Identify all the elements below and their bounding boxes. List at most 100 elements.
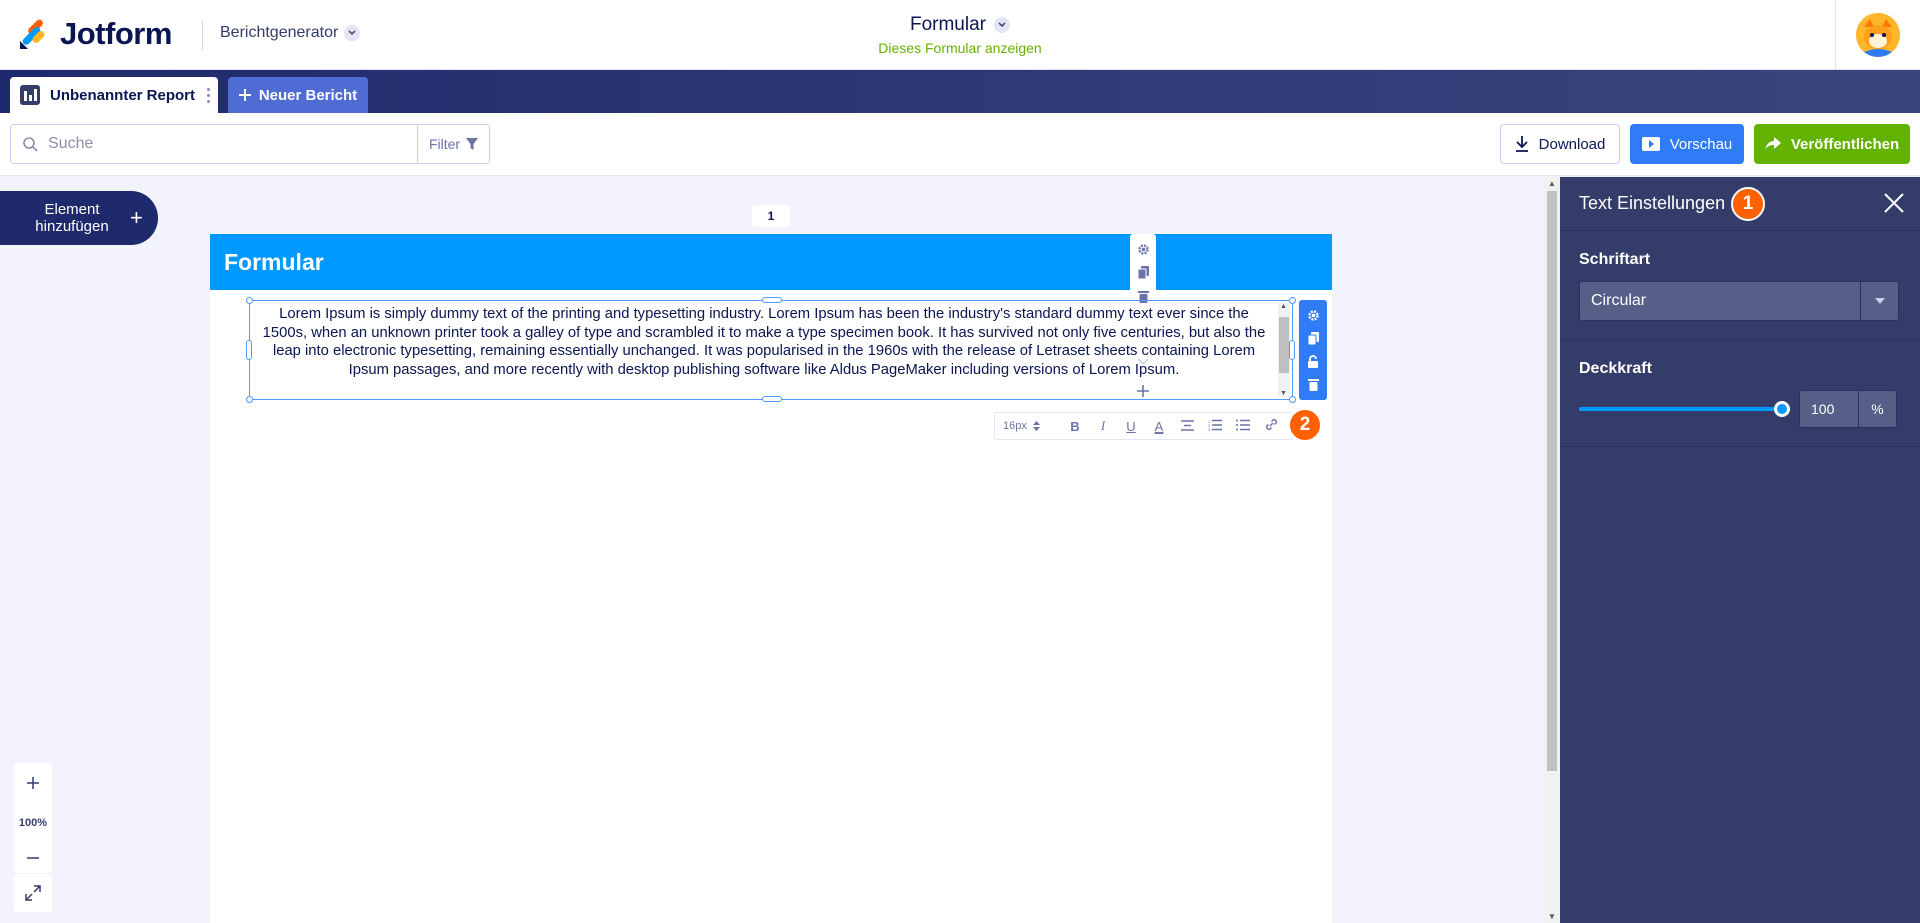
step-badge-2: 2 xyxy=(1288,408,1322,442)
gear-icon[interactable] xyxy=(1307,309,1320,322)
page-number: 1 xyxy=(752,205,790,227)
form-title-area: Formular Dieses Formular anzeigen xyxy=(860,14,1060,56)
jotform-logo-icon xyxy=(20,19,45,49)
opacity-slider-handle[interactable] xyxy=(1774,401,1790,417)
tab-unbenannter-report[interactable]: Unbenannter Report xyxy=(10,77,218,113)
user-menu[interactable] xyxy=(1835,0,1920,70)
font-size-value: 16px xyxy=(1003,420,1027,432)
resize-handle-top-right[interactable] xyxy=(1289,297,1296,304)
share-arrow-icon xyxy=(1764,137,1781,150)
font-size-select[interactable]: 16px xyxy=(1003,420,1061,432)
funnel-icon xyxy=(466,138,479,150)
align-center-icon xyxy=(1180,419,1194,431)
filter-button[interactable]: Filter xyxy=(417,124,490,164)
new-report-button[interactable]: Neuer Bericht xyxy=(228,77,368,113)
gear-icon[interactable] xyxy=(1137,243,1150,256)
opacity-label: Deckkraft xyxy=(1579,360,1652,377)
search-box xyxy=(10,124,418,164)
zoom-level: 100% xyxy=(18,817,48,829)
view-form-link[interactable]: Dieses Formular anzeigen xyxy=(860,40,1060,56)
font-select-value: Circular xyxy=(1591,292,1647,309)
expand-icon xyxy=(25,885,41,901)
ordered-list-icon: 123 xyxy=(1208,419,1222,432)
align-center-button[interactable] xyxy=(1173,419,1201,434)
opacity-row: 100 % xyxy=(1579,390,1901,428)
canvas-scrollbar[interactable]: ▲ ▼ xyxy=(1544,177,1560,923)
ordered-list-button[interactable]: 123 xyxy=(1201,419,1229,434)
resize-handle-right[interactable] xyxy=(1289,340,1295,360)
add-element-label: Element hinzufügen xyxy=(35,201,109,235)
link-button[interactable] xyxy=(1257,418,1285,434)
report-chart-icon xyxy=(20,85,40,105)
lock-icon[interactable] xyxy=(1307,355,1319,368)
font-section: Schriftart Circular xyxy=(1560,231,1920,340)
bullet-list-button[interactable] xyxy=(1229,419,1257,434)
link-icon xyxy=(1265,418,1277,431)
updown-icon xyxy=(1032,421,1040,431)
tab-label: Unbenannter Report xyxy=(50,86,196,104)
panel-header: Text Einstellungen 1 xyxy=(1560,177,1920,231)
more-options-icon[interactable] xyxy=(207,87,210,103)
element-tools xyxy=(1299,300,1327,400)
download-label: Download xyxy=(1538,135,1606,153)
filter-label: Filter xyxy=(428,136,461,152)
text-color-button[interactable]: A xyxy=(1145,419,1173,434)
publish-label: Veröffentlichen xyxy=(1790,135,1900,153)
toolbar: Filter Download Vorschau Veröffentlichen xyxy=(0,113,1920,176)
jotform-logo[interactable]: Jotform xyxy=(18,16,172,52)
resize-handle-bottom-left[interactable] xyxy=(246,396,253,403)
font-select[interactable]: Circular xyxy=(1579,281,1899,321)
preview-label: Vorschau xyxy=(1669,135,1733,153)
form-title: Formular xyxy=(909,14,986,35)
form-title-dropdown[interactable]: Formular xyxy=(910,14,1010,36)
app-switcher-label: Berichtgenerator xyxy=(220,24,339,41)
copy-icon[interactable] xyxy=(1307,332,1319,345)
add-element-button[interactable]: Element hinzufügen + xyxy=(0,191,158,245)
zoom-in-icon[interactable] xyxy=(27,777,39,789)
text-element[interactable]: Lorem Ipsum is simply dummy text of the … xyxy=(249,300,1293,400)
resize-handle-bottom[interactable] xyxy=(762,396,782,402)
opacity-slider[interactable] xyxy=(1579,401,1790,417)
step-badge-1: 1 xyxy=(1731,186,1766,221)
opacity-section: Deckkraft 100 % xyxy=(1560,340,1920,447)
page-header[interactable]: Formular xyxy=(210,234,1332,290)
logo-wordmark: Jotform xyxy=(60,16,172,51)
caret-down-icon xyxy=(1860,282,1898,320)
resize-handle-bottom-right[interactable] xyxy=(1289,396,1296,403)
trash-icon[interactable] xyxy=(1307,378,1319,391)
opacity-input[interactable]: 100 xyxy=(1799,390,1859,428)
bold-button[interactable]: B xyxy=(1061,419,1089,434)
close-icon[interactable] xyxy=(1882,191,1906,215)
text-format-toolbar: 16px B I U A 123 xyxy=(994,412,1294,440)
underline-button[interactable]: U xyxy=(1117,419,1145,434)
search-input[interactable] xyxy=(48,135,388,153)
zoom-controls: 100% xyxy=(14,763,52,873)
resize-handle-left[interactable] xyxy=(246,340,252,360)
publish-button[interactable]: Veröffentlichen xyxy=(1754,124,1910,164)
opacity-unit: % xyxy=(1859,390,1897,428)
resize-handle-top-left[interactable] xyxy=(246,297,253,304)
panel-title: Text Einstellungen xyxy=(1579,193,1726,213)
download-button[interactable]: Download xyxy=(1500,124,1620,164)
font-label: Schriftart xyxy=(1579,251,1651,268)
zoom-out-icon[interactable] xyxy=(27,857,39,859)
app-switcher[interactable]: Berichtgenerator xyxy=(220,24,361,42)
fullscreen-button[interactable] xyxy=(14,874,52,912)
text-settings-panel: Text Einstellungen 1 Schriftart Circular… xyxy=(1560,177,1920,923)
report-canvas: Element hinzufügen + 1 Formular Lorem Ip… xyxy=(0,177,1560,923)
copy-icon[interactable] xyxy=(1137,266,1149,280)
plus-icon: + xyxy=(130,205,143,230)
top-header: Jotform Berichtgenerator Formular Dieses… xyxy=(0,0,1920,70)
chevron-down-icon xyxy=(994,17,1010,33)
italic-button[interactable]: I xyxy=(1089,418,1117,434)
report-tab-bar: Unbenannter Report Neuer Bericht xyxy=(0,70,1920,113)
preview-button[interactable]: Vorschau xyxy=(1630,124,1744,164)
download-icon xyxy=(1515,136,1528,152)
resize-handle-top[interactable] xyxy=(762,297,782,303)
text-element-content[interactable]: Lorem Ipsum is simply dummy text of the … xyxy=(262,305,1266,379)
search-icon xyxy=(23,136,38,152)
play-icon xyxy=(1641,137,1660,151)
plus-icon xyxy=(238,89,251,101)
svg-text:3: 3 xyxy=(1208,427,1211,431)
avatar xyxy=(1856,13,1900,57)
